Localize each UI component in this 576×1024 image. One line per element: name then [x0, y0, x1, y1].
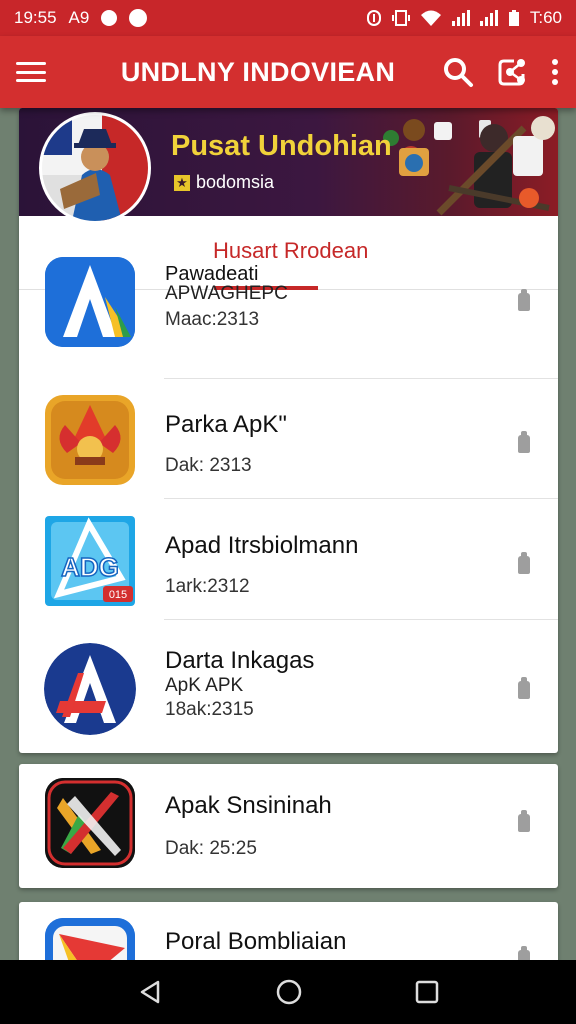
app-icon-3: ADG 015 — [45, 516, 135, 606]
app-subtitle: APWAGHEPC — [165, 283, 288, 304]
app-title: UNDLNY INDOVIEAN — [120, 56, 396, 87]
list-item[interactable]: Darta Inkagas ApK APK 18ak:2315 — [19, 623, 558, 753]
status-clock: T:60 — [529, 8, 562, 27]
system-nav-bar — [0, 960, 576, 1024]
menu-icon[interactable] — [16, 60, 46, 84]
home-icon[interactable] — [275, 978, 303, 1006]
more-vert-icon[interactable] — [550, 58, 560, 86]
badge-label: 015 — [109, 589, 127, 601]
app-meta: 1ark:2312 — [165, 576, 250, 597]
back-icon[interactable] — [136, 978, 164, 1006]
app-name: Apak Snsininah — [165, 792, 332, 819]
app-meta: Maac:2313 — [165, 309, 260, 330]
app-icon-1 — [45, 257, 135, 347]
app-subtitle: ApK APK — [165, 675, 244, 696]
download-icon[interactable] — [518, 677, 530, 699]
app-name: Poral Bombliaian — [165, 928, 347, 955]
status-text: A9 — [68, 8, 90, 27]
alarm-icon — [366, 10, 381, 26]
channel-avatar[interactable] — [39, 112, 151, 224]
header-subtitle-row: ★ bodomsia — [174, 172, 274, 193]
app-meta: Dak: 25:25 — [165, 838, 257, 859]
list-item[interactable]: Pawadeati APWAGHEPC Maac:2313 — [19, 257, 558, 379]
header-title: Pusat Undohian — [171, 130, 392, 162]
download-icon[interactable] — [518, 810, 530, 832]
search-icon[interactable] — [442, 56, 474, 88]
notification-dot-icon — [129, 9, 148, 27]
status-time: 19:55 — [14, 8, 57, 27]
app-icon-2 — [45, 395, 135, 485]
main-card: Pusat Undohian ★ bodomsia Husart Rrodean… — [19, 108, 558, 753]
download-icon[interactable] — [518, 289, 530, 311]
recents-icon[interactable] — [414, 979, 440, 1005]
signal-icon — [451, 10, 470, 26]
app-icon-4 — [44, 643, 136, 735]
download-icon[interactable] — [518, 431, 530, 453]
tab-husart-rrodean[interactable]: Husart Rrodean — [213, 238, 368, 264]
download-icon[interactable] — [518, 552, 530, 574]
header-subtitle: bodomsia — [196, 172, 275, 192]
svg-text:ADG: ADG — [61, 552, 119, 582]
app-name: Darta Inkagas — [165, 647, 315, 674]
notification-icon — [101, 10, 118, 26]
status-bar: 19:55 A9 T:60 — [0, 0, 576, 36]
app-name: Apad Itrsbiolmann — [165, 532, 359, 559]
app-bar: UNDLNY INDOVIEAN — [0, 36, 576, 108]
app-card[interactable]: Apak Snsininah Dak: 25:25 — [19, 764, 558, 888]
app-meta: 18ak:2315 — [165, 699, 254, 720]
star-icon: ★ — [174, 174, 190, 191]
app-name: Parka ApK" — [165, 411, 287, 438]
list-item[interactable]: ADG 015 Apad Itrsbiolmann 1ark:2312 — [19, 500, 558, 620]
app-icon-5 — [45, 778, 135, 868]
wifi-icon — [420, 10, 441, 26]
app-meta: Dak: 2313 — [165, 455, 252, 476]
list-item[interactable]: Parka ApK" Dak: 2313 — [19, 379, 558, 499]
signal-2-icon — [479, 10, 498, 26]
share-icon[interactable] — [496, 56, 528, 88]
vibrate-icon — [391, 10, 410, 26]
battery-icon — [508, 10, 519, 26]
